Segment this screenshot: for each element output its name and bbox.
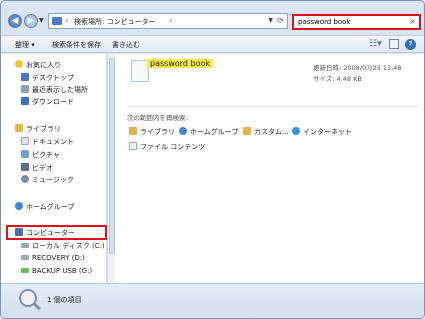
address-path[interactable]: 検索場所: コンピューター	[74, 17, 156, 27]
nav-label: ミュージック	[32, 176, 74, 184]
recent-pages-dropdown[interactable]: ▼	[39, 17, 46, 25]
nav-label: ビデオ	[32, 164, 53, 172]
search-folder-icon	[52, 17, 62, 25]
link-label: カスタム...	[254, 128, 289, 136]
nav-libraries[interactable]: ライブラリ	[15, 124, 61, 135]
explorer-window: ◀ ▶ ▼ › 検索場所: コンピューター › ▼ ⟳ password boo…	[0, 0, 425, 319]
nav-label: お気に入り	[26, 61, 61, 69]
link-label: ホームグループ	[190, 128, 239, 136]
burn-button[interactable]: 書き込む	[112, 40, 140, 50]
organize-button[interactable]: 整理 ▾	[15, 40, 35, 50]
nav-music[interactable]: ミュージック	[21, 175, 74, 186]
nav-label: BACKUP USB (G:)	[32, 267, 93, 275]
nav-label: ローカル ディスク (C:)	[32, 242, 105, 250]
nav-videos[interactable]: ビデオ	[21, 163, 53, 174]
refresh-icon[interactable]: ⟳	[277, 16, 284, 25]
nav-documents[interactable]: ドキュメント	[21, 137, 74, 148]
search-again-file-contents[interactable]: ファイル コンテンツ	[129, 142, 205, 152]
custom-folder-icon	[243, 127, 251, 135]
nav-recent-places[interactable]: 最近表示した場所	[21, 85, 88, 96]
computer-highlight-box	[6, 225, 107, 240]
clear-search-icon[interactable]: ×	[409, 17, 416, 26]
result-size: サイズ: 4.48 KB	[313, 75, 362, 83]
search-box[interactable]: password book ×	[292, 14, 421, 30]
link-label: ファイル コンテンツ	[140, 143, 206, 151]
organize-label: 整理	[15, 41, 29, 49]
nav-desktop[interactable]: デスクトップ	[21, 73, 74, 84]
downloads-icon	[21, 97, 29, 105]
nav-label: ライブラリ	[26, 125, 61, 133]
forward-button[interactable]: ▶	[24, 14, 38, 28]
nav-downloads[interactable]: ダウンロード	[21, 97, 74, 108]
recent-places-icon	[21, 85, 29, 93]
pictures-icon	[21, 150, 29, 158]
result-file-name[interactable]: password book	[147, 59, 214, 68]
star-icon	[15, 60, 23, 68]
magnifier-handle	[33, 302, 41, 311]
nav-recovery[interactable]: RECOVERY (D:)	[21, 254, 85, 265]
homegroup-icon	[15, 202, 23, 210]
nav-label: RECOVERY (D:)	[32, 254, 85, 262]
address-row: ◀ ▶ ▼ › 検索場所: コンピューター › ▼ ⟳ password boo…	[1, 1, 424, 35]
internet-icon	[292, 127, 300, 135]
homegroup-icon	[179, 127, 187, 135]
hard-drive-icon	[21, 255, 29, 260]
change-view-icon[interactable]: ☷▾	[369, 39, 382, 49]
nav-label: 最近表示した場所	[32, 86, 88, 94]
nav-label: ドキュメント	[32, 138, 74, 146]
nav-label: ダウンロード	[32, 98, 74, 106]
videos-icon	[21, 163, 29, 171]
chevron-right-icon[interactable]: ›	[169, 16, 172, 25]
address-bar[interactable]: › 検索場所: コンピューター › ▼ ⟳	[48, 13, 288, 29]
chevron-right-icon[interactable]: ›	[65, 16, 68, 25]
nav-label: ホームグループ	[26, 203, 75, 211]
documents-icon	[21, 137, 29, 145]
save-search-button[interactable]: 検索条件を保存	[52, 40, 101, 50]
back-button[interactable]: ◀	[8, 14, 22, 28]
preview-pane-icon[interactable]	[389, 39, 399, 49]
search-again-label: 次の範囲内を再検索:	[127, 114, 188, 122]
link-label: インターネット	[303, 128, 352, 136]
search-again-custom[interactable]: カスタム...	[243, 127, 289, 137]
file-contents-icon	[129, 142, 137, 150]
nav-label: ピクチャ	[32, 151, 60, 159]
navigation-pane: お気に入り デスクトップ 最近表示した場所 ダウンロード ライブラリ ドキュメン…	[1, 54, 107, 283]
desktop-icon	[21, 73, 29, 81]
divider	[127, 106, 419, 107]
search-again-internet[interactable]: インターネット	[292, 127, 352, 137]
help-icon[interactable]: ?	[405, 39, 416, 50]
library-icon	[129, 127, 137, 135]
link-label: ライブラリ	[140, 128, 175, 136]
hard-drive-icon	[21, 243, 29, 248]
music-icon	[21, 175, 29, 183]
item-count: 1 個の項目	[47, 296, 82, 304]
nav-favorites[interactable]: お気に入り	[15, 60, 61, 71]
search-again-homegroup[interactable]: ホームグループ	[179, 127, 238, 137]
search-again-libraries[interactable]: ライブラリ	[129, 127, 175, 137]
usb-drive-icon	[21, 268, 29, 273]
result-modified: 更新日時: 2008/07/23 13:48	[313, 64, 402, 72]
details-pane: 1 個の項目	[1, 283, 424, 318]
nav-homegroup[interactable]: ホームグループ	[15, 202, 74, 213]
nav-label: デスクトップ	[32, 74, 74, 82]
search-input[interactable]: password book	[298, 18, 351, 26]
nav-local-disk[interactable]: ローカル ディスク (C:)	[21, 241, 105, 252]
address-dropdown-icon[interactable]: ▼	[268, 17, 273, 24]
command-bar: 整理 ▾ 検索条件を保存 書き込む ☷▾ ?	[1, 35, 424, 53]
results-pane: password book 更新日時: 2008/07/23 13:48 サイズ…	[115, 54, 424, 283]
nav-pictures[interactable]: ピクチャ	[21, 150, 60, 161]
nav-backup-usb[interactable]: BACKUP USB (G:)	[21, 267, 92, 278]
nav-scrollbar[interactable]	[107, 54, 115, 283]
library-icon	[15, 124, 23, 132]
